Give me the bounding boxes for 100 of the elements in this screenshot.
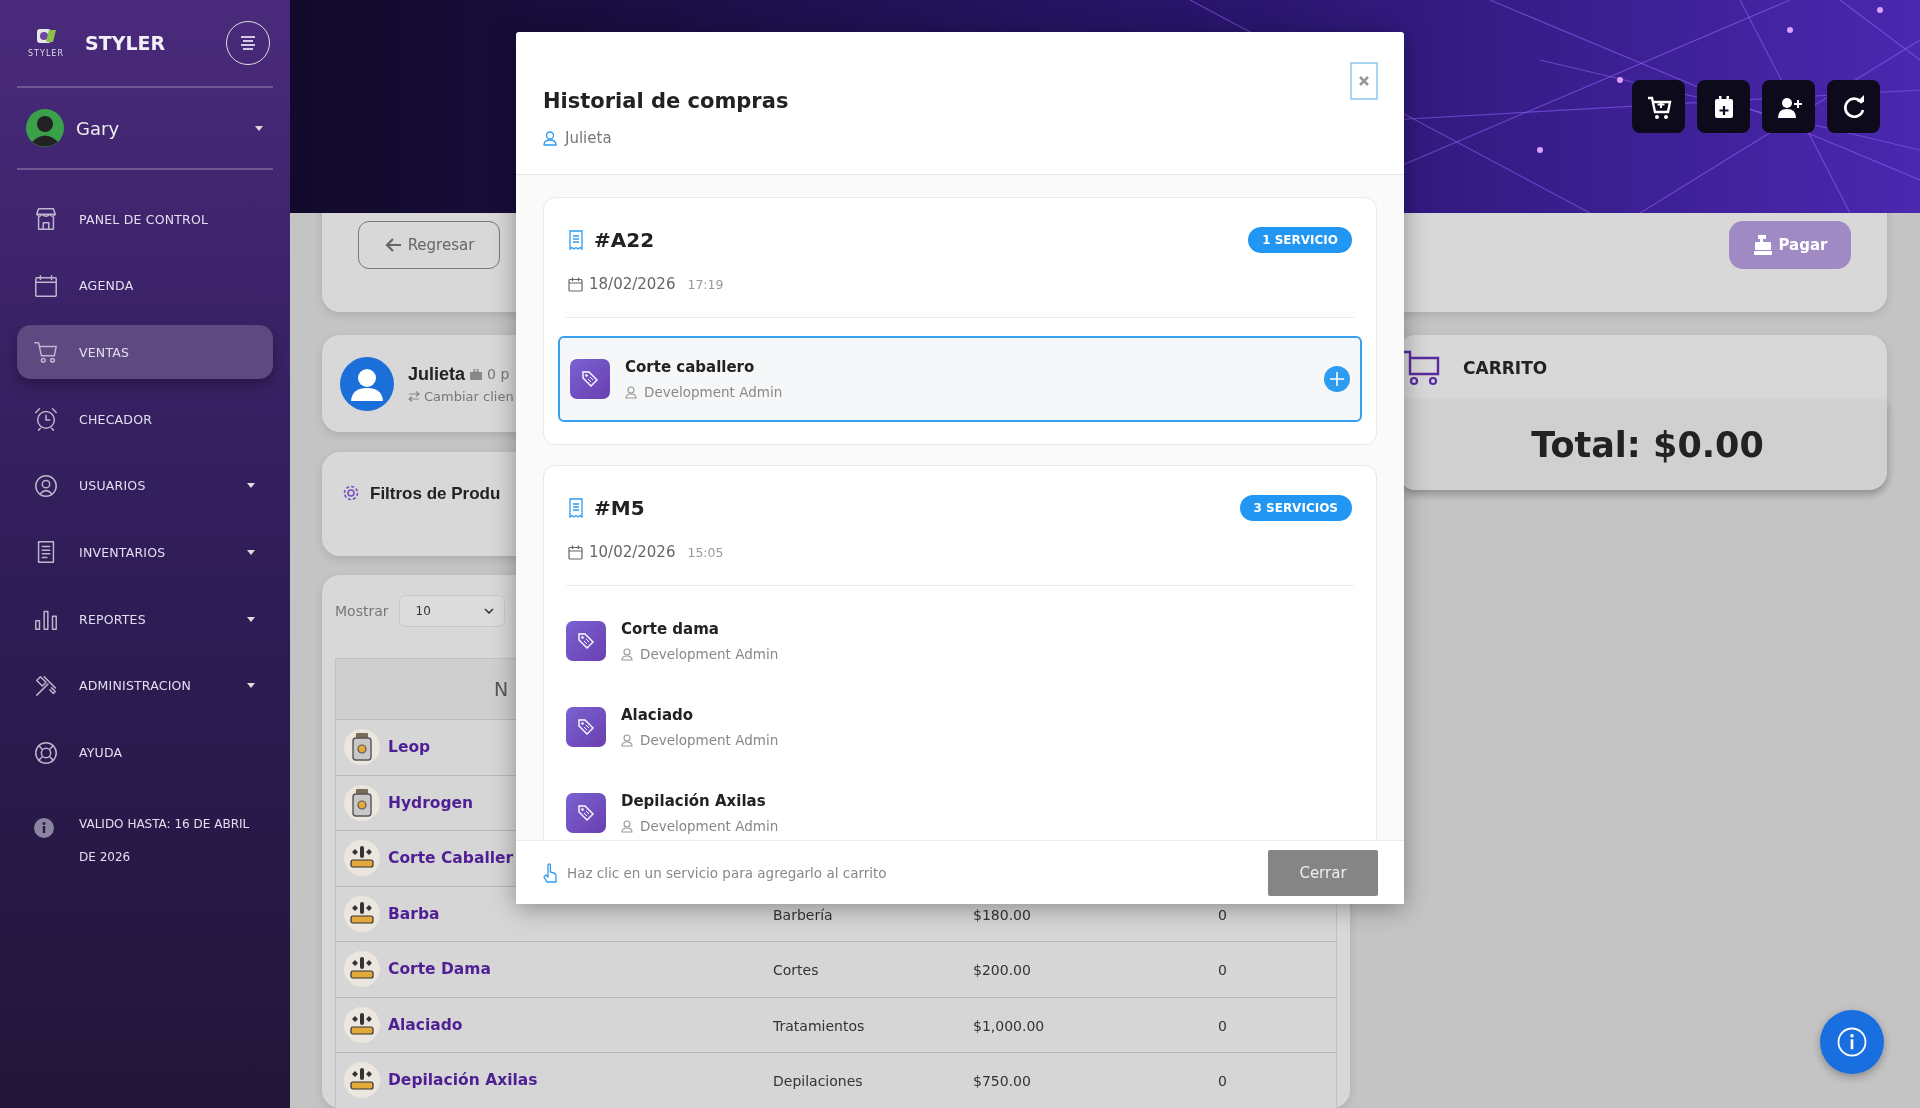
- dialog-title: Historial de compras: [543, 89, 789, 113]
- table-cell: Cortes: [773, 962, 819, 978]
- service-icon: [344, 951, 380, 988]
- user-circle-icon: [33, 472, 59, 499]
- info-button[interactable]: [1820, 1010, 1884, 1074]
- nav-item[interactable]: REPORTES: [17, 592, 273, 647]
- product-name[interactable]: Corte Caballer: [388, 849, 514, 868]
- tag-icon: [566, 793, 606, 833]
- service-name: Depilación Axilas: [621, 792, 767, 810]
- service-count-badge: 1 SERVICIO: [1248, 227, 1352, 253]
- order-number: #M5: [594, 496, 645, 520]
- nav-item[interactable]: AYUDA: [17, 725, 273, 780]
- store-icon: [33, 206, 59, 232]
- table-cell: Depilaciones: [773, 1073, 863, 1089]
- calendar-icon: [33, 272, 59, 299]
- product-name[interactable]: Barba: [388, 904, 440, 923]
- section-title: Filtros de Produ: [370, 484, 501, 504]
- table-cell: Barbería: [773, 906, 833, 923]
- swap-icon: [408, 390, 420, 402]
- calendar-icon: [568, 276, 583, 292]
- service-item[interactable]: Corte dama Development Admin: [566, 604, 1354, 678]
- tag-icon: [566, 707, 606, 747]
- table-cell: Tratamientos: [773, 1017, 865, 1034]
- table-cell: $180.00: [973, 906, 1031, 923]
- show-label: Mostrar: [335, 603, 389, 619]
- arrow-left-icon: [383, 237, 402, 253]
- product-name[interactable]: Hydrogen: [388, 793, 474, 812]
- nav-item[interactable]: CHECADOR: [17, 392, 273, 447]
- validity-text: VALIDO HASTA: 16 DE ABRIL DE 2026: [79, 815, 251, 866]
- table-cell: $200.00: [973, 962, 1031, 978]
- staff-name: Development Admin: [640, 646, 779, 662]
- toolbar-button[interactable]: [1762, 80, 1815, 133]
- service-icon: [344, 895, 380, 932]
- close-icon: [1358, 75, 1370, 87]
- user-icon: [543, 130, 557, 146]
- user-menu[interactable]: Gary: [17, 88, 273, 168]
- nav-item[interactable]: VENTAS: [17, 325, 273, 380]
- product-name[interactable]: Alaciado: [388, 1015, 463, 1034]
- avatar: [26, 109, 64, 147]
- service-item[interactable]: Corte caballero Development Admin: [558, 336, 1362, 422]
- jar-icon: [344, 784, 380, 821]
- staff-name: Development Admin: [644, 384, 783, 400]
- service-icon: [344, 840, 380, 877]
- calendar-icon: [568, 544, 583, 560]
- user-icon: [621, 819, 633, 833]
- nav-item[interactable]: ADMINISTRACION: [17, 658, 273, 713]
- customer-name: Julieta: [565, 129, 612, 147]
- table-cell: $1,000.00: [973, 1017, 1045, 1034]
- table-cell: 0: [1218, 906, 1227, 923]
- avatar: [340, 356, 394, 411]
- product-name[interactable]: Corte Dama: [388, 960, 491, 979]
- caret-icon: [255, 125, 263, 131]
- nav-item[interactable]: PANEL DE CONTROL: [17, 192, 273, 246]
- service-item[interactable]: Depilación Axilas Development Admin: [566, 776, 1354, 840]
- toolbar-button[interactable]: [1827, 80, 1880, 133]
- product-name[interactable]: Leop: [388, 738, 431, 757]
- user-icon: [621, 733, 633, 747]
- service-name: Alaciado: [621, 706, 695, 724]
- close-button[interactable]: [1350, 62, 1378, 100]
- receipt-icon: [568, 498, 584, 518]
- service-item[interactable]: Alaciado Development Admin: [566, 690, 1354, 764]
- order-date: 10/02/2026: [589, 543, 676, 561]
- user-icon: [621, 647, 633, 661]
- back-button[interactable]: Regresar: [358, 221, 500, 269]
- brand-name: STYLER: [85, 32, 167, 54]
- hint-text: Haz clic en un servicio para agregarlo al carrito: [567, 864, 887, 881]
- client-name: Julieta: [408, 363, 466, 385]
- service-icon: [344, 1006, 380, 1043]
- table-cell: 0: [1218, 1017, 1227, 1034]
- order-date: 18/02/2026: [589, 275, 676, 293]
- points-text: 0 p: [487, 366, 510, 382]
- info-icon: [33, 816, 55, 839]
- service-count-badge: 3 SERVICIOS: [1239, 495, 1352, 521]
- service-icon: [344, 1062, 380, 1099]
- tag-icon: [566, 621, 606, 661]
- logo: STYLER: [17, 28, 75, 58]
- table-cell: 0: [1218, 962, 1227, 978]
- nav-item[interactable]: USUARIOS: [17, 458, 273, 513]
- toolbar-button[interactable]: [1697, 80, 1750, 133]
- briefcase-icon: [470, 368, 483, 380]
- cash-register-icon: [1752, 234, 1773, 256]
- table-cell: 0: [1218, 1073, 1227, 1089]
- staff-name: Development Admin: [640, 818, 779, 834]
- nav-item[interactable]: AGENDA: [17, 258, 273, 313]
- order-time: 15:05: [687, 544, 724, 560]
- product-name[interactable]: Depilación Axilas: [388, 1071, 538, 1090]
- toolbar-button[interactable]: [1632, 80, 1685, 133]
- menu-icon: [239, 36, 257, 50]
- alarm-clock-icon: [33, 406, 59, 433]
- jar-icon: [344, 729, 380, 766]
- staff-name: Development Admin: [640, 732, 779, 748]
- order-number: #A22: [594, 228, 655, 252]
- pointer-hand-icon: [543, 862, 557, 883]
- total-amount: Total: $0.00: [1531, 425, 1764, 465]
- nav-item[interactable]: INVENTARIOS: [17, 525, 273, 580]
- column-header: N: [494, 678, 509, 700]
- page-size-select[interactable]: 10: [398, 595, 505, 627]
- gear-icon: [342, 484, 360, 502]
- user-icon: [625, 385, 637, 399]
- receipt-icon: [568, 230, 584, 250]
